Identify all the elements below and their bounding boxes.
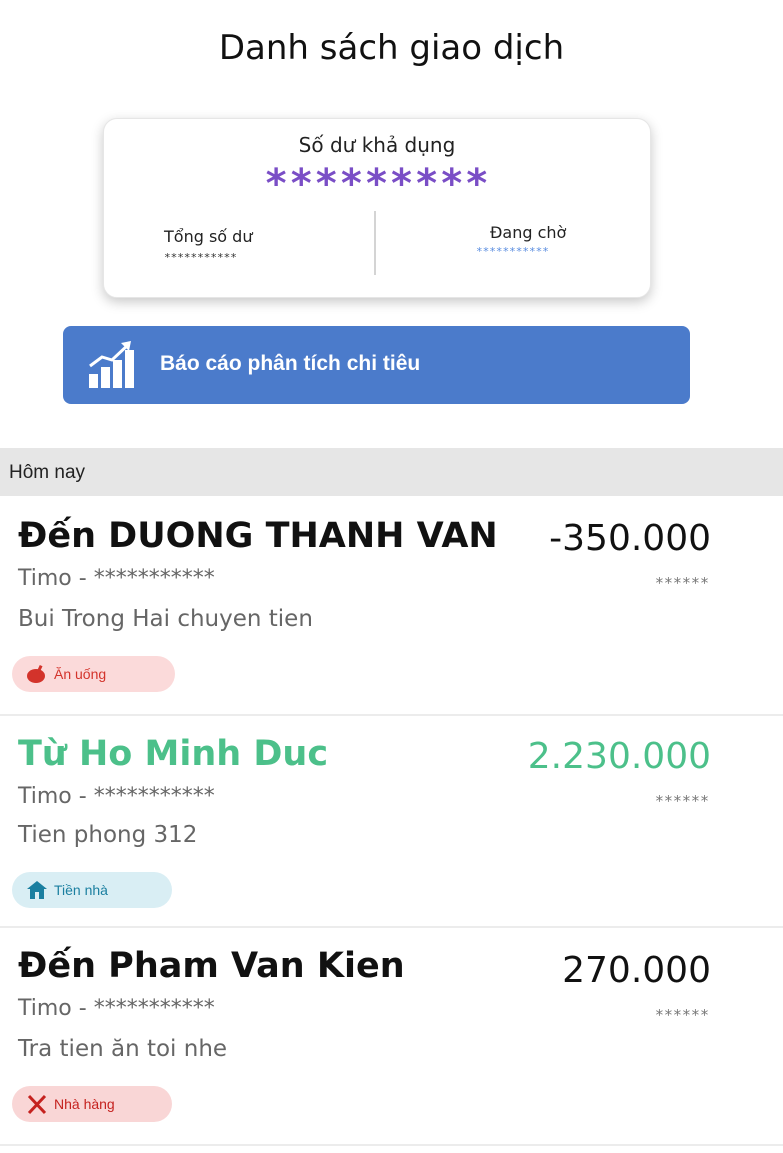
transaction-amount: -350.000 — [549, 518, 711, 559]
transaction-memo: Tra tien ăn toi nhe — [18, 1036, 228, 1062]
balance-card: Số dư khả dụng ********* Tổng số dư ****… — [103, 118, 651, 298]
section-header-today: Hôm nay — [0, 448, 783, 496]
category-tag-label: Nhà hàng — [54, 1096, 115, 1112]
list-divider — [0, 1144, 783, 1146]
category-tag[interactable]: Tiền nhà — [12, 872, 172, 908]
transaction-title: Đến DUONG THANH VAN — [18, 516, 498, 556]
transaction-balance-masked: ****** — [654, 792, 709, 810]
transaction-item[interactable]: Từ Ho Minh Duc 2.230.000 Timo - ********… — [0, 716, 783, 926]
pending-value: *********** — [476, 245, 549, 258]
transaction-item[interactable]: Đến DUONG THANH VAN -350.000 Timo - ****… — [0, 496, 783, 714]
transaction-account: Timo - *********** — [18, 566, 215, 591]
spending-report-button[interactable]: Báo cáo phân tích chi tiêu — [63, 326, 690, 404]
total-balance-value: *********** — [164, 251, 237, 264]
transaction-amount: 2.230.000 — [527, 736, 711, 777]
transaction-balance-masked: ****** — [654, 574, 709, 592]
spending-report-label: Báo cáo phân tích chi tiêu — [160, 352, 421, 375]
total-balance-label: Tổng số dư — [164, 227, 253, 246]
transaction-memo: Bui Trong Hai chuyen tien — [18, 606, 313, 632]
page-title: Danh sách giao dịch — [218, 28, 565, 68]
transaction-balance-masked: ****** — [654, 1006, 709, 1024]
food-icon — [26, 663, 48, 685]
category-tag-label: Ăn uống — [54, 666, 107, 682]
transaction-account: Timo - *********** — [18, 996, 215, 1021]
category-tag-label: Tiền nhà — [54, 882, 108, 898]
transaction-item[interactable]: Đến Pham Van Kien 270.000 Timo - *******… — [0, 928, 783, 1144]
available-balance-label: Số dư khả dụng — [298, 133, 456, 157]
transaction-title: Từ Ho Minh Duc — [18, 734, 329, 774]
category-tag[interactable]: Nhà hàng — [12, 1086, 172, 1122]
fork-knife-icon — [26, 1093, 48, 1115]
house-icon — [26, 879, 48, 901]
transaction-memo: Tien phong 312 — [18, 822, 198, 848]
category-tag[interactable]: Ăn uống — [12, 656, 175, 692]
available-balance-value[interactable]: ********* — [104, 161, 650, 207]
pending-label: Đang chờ — [490, 223, 567, 242]
transaction-account: Timo - *********** — [18, 784, 215, 809]
card-divider — [374, 211, 376, 275]
bar-chart-growth-icon — [87, 340, 135, 390]
transaction-title: Đến Pham Van Kien — [18, 946, 405, 986]
transaction-amount: 270.000 — [562, 950, 711, 991]
